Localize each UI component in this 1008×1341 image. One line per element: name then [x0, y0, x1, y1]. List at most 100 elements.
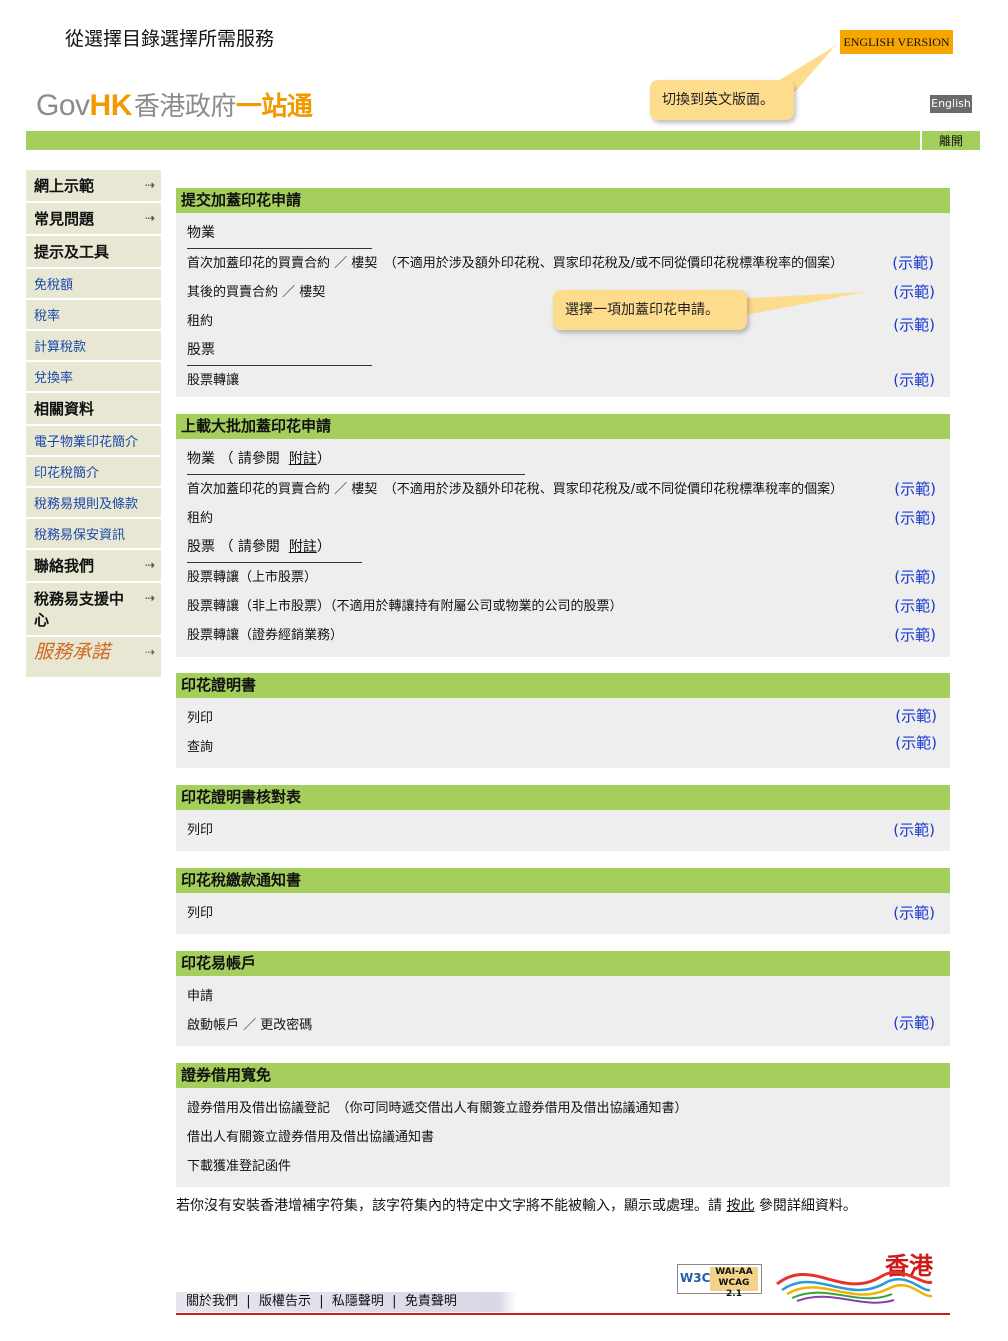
- wcag-text: WCAG 2.1: [718, 1278, 750, 1299]
- note-text-after: 參閱詳細資料。: [754, 1198, 857, 1214]
- option-label: 列印: [187, 906, 214, 921]
- sidebar-item-label: 稅率: [34, 309, 61, 324]
- option-label: 首次加蓋印花的買賣合約 ／ 樓契 （不適用於涉及額外印花稅、買家印花稅及/或不同…: [187, 256, 844, 271]
- option-row[interactable]: 證券借用及借出協議登記 （你可同時遞交借出人有關簽立證券借用及借出協議通知書）: [176, 1094, 950, 1123]
- exit-button[interactable]: 離開: [922, 131, 980, 150]
- note-link[interactable]: 附註: [289, 451, 317, 467]
- example-link[interactable]: (示範): [894, 475, 936, 504]
- option-row[interactable]: 首次加蓋印花的買賣合約 ／ 樓契 （不適用於涉及額外印花稅、買家印花稅及/或不同…: [176, 475, 950, 504]
- close-paren: ）: [316, 539, 331, 555]
- english-version-button[interactable]: ENGLISH VERSION: [840, 30, 953, 54]
- arrow-right-icon: ⇢: [144, 558, 155, 572]
- example-link[interactable]: (示範): [895, 702, 937, 731]
- sidebar-item-label: 計算稅款: [34, 340, 87, 355]
- sidebar-item-exchange[interactable]: 兌換率: [26, 362, 161, 393]
- option-row[interactable]: 查詢 (示範): [176, 733, 950, 762]
- sidebar-item-terms[interactable]: 稅務易規則及條款: [26, 488, 161, 519]
- footer-about-link[interactable]: 關於我們: [186, 1294, 238, 1309]
- sidebar-item-label: 常見問題: [34, 210, 95, 228]
- sidebar-item-pledge[interactable]: 服務承諾 ⇢: [26, 637, 161, 679]
- example-link[interactable]: (示範): [893, 1009, 935, 1038]
- option-row[interactable]: 啟動帳戶 ／ 更改密碼 (示範): [176, 1011, 950, 1040]
- example-link[interactable]: (示範): [894, 563, 936, 592]
- option-row[interactable]: 列印 (示範): [176, 899, 950, 928]
- subheading-label: 股票 （ 請參閱: [187, 539, 280, 555]
- option-label: 借出人有關簽立證券借用及借出協議通知書: [187, 1130, 435, 1145]
- example-link[interactable]: (示範): [893, 278, 935, 307]
- section-title: 印花易帳戶: [176, 951, 950, 976]
- brand-hong-kong-logo[interactable]: 香港: [772, 1246, 937, 1306]
- english-link[interactable]: English: [930, 95, 972, 113]
- sidebar-item-contact[interactable]: 聯絡我們 ⇢: [26, 550, 161, 583]
- subheading-label: 物業: [187, 225, 215, 241]
- sidebar-item-label: 聯絡我們: [34, 557, 95, 575]
- option-label: 租約: [187, 511, 214, 526]
- govhk-logo[interactable]: GovHK香港政府一站通: [36, 86, 313, 123]
- sidebar-item-label: 提示及工具: [34, 243, 110, 261]
- close-paren: ）: [316, 451, 331, 467]
- sidebar-item-label: 印花稅簡介: [34, 466, 100, 481]
- option-row[interactable]: 借出人有關簽立證券借用及借出協議通知書: [176, 1123, 950, 1152]
- w3c-logo: W3C: [680, 1271, 711, 1285]
- sidebar-item-label: 稅務易保安資訊: [34, 528, 126, 543]
- sidebar-item-label: 服務承諾: [34, 641, 111, 663]
- wcag-badge[interactable]: W3C WAI-AA WCAG 2.1: [677, 1264, 762, 1299]
- subheading-label: 股票: [187, 342, 215, 358]
- option-row[interactable]: 股票轉讓（非上市股票）（不適用於轉讓持有附屬公司或物業的公司的股票） (示範): [176, 592, 950, 621]
- wai-aa-label: WAI-AA WCAG 2.1: [710, 1267, 758, 1299]
- sidebar-item-support[interactable]: 稅務易支援中心 ⇢: [26, 583, 161, 637]
- option-row[interactable]: 股票轉讓（上市股票） (示範): [176, 563, 950, 592]
- note-link[interactable]: 附註: [289, 539, 317, 555]
- section-stamping-account: 印花易帳戶 申請 啟動帳戶 ／ 更改密碼 (示範): [176, 951, 950, 1046]
- wai-text: WAI-AA: [715, 1267, 753, 1277]
- subheading-property: 物業 （ 請參閱 附註）: [176, 445, 950, 474]
- option-label: 申請: [187, 989, 214, 1004]
- option-row[interactable]: 列印 (示範): [176, 704, 950, 733]
- option-row[interactable]: 申請: [176, 982, 950, 1011]
- option-label: 證券借用及借出協議登記 （你可同時遞交借出人有關簽立證券借用及借出協議通知書）: [187, 1101, 688, 1116]
- footer-separator: |: [392, 1294, 397, 1309]
- example-link[interactable]: (示範): [893, 899, 935, 928]
- footer-disclaimer-link[interactable]: 免責聲明: [405, 1294, 457, 1309]
- subheading-label: 物業 （ 請參閱: [187, 451, 280, 467]
- arrow-right-icon: ⇢: [144, 591, 155, 605]
- logo-zh1: 香港政府: [133, 91, 237, 121]
- footer-copyright-link[interactable]: 版權告示: [259, 1294, 311, 1309]
- sidebar-item-faq[interactable]: 常見問題 ⇢: [26, 203, 161, 236]
- example-link[interactable]: (示範): [894, 504, 936, 533]
- example-link[interactable]: (示範): [894, 621, 936, 650]
- footer-privacy-link[interactable]: 私隱聲明: [332, 1294, 384, 1309]
- option-row[interactable]: 租約 (示範): [176, 504, 950, 533]
- section-title: 印花證明書: [176, 673, 950, 698]
- subheading-stock: 股票 （ 請參閱 附註）: [176, 533, 950, 562]
- sidebar-item-demo[interactable]: 網上示範 ⇢: [26, 170, 161, 203]
- sidebar-item-e-stamping[interactable]: 電子物業印花簡介: [26, 426, 161, 457]
- sidebar-item-calculate[interactable]: 計算稅款: [26, 331, 161, 362]
- option-row[interactable]: 股票轉讓（證券經銷業務） (示範): [176, 621, 950, 650]
- option-label: 列印: [187, 823, 214, 838]
- option-row[interactable]: 股票轉讓 (示範): [176, 366, 950, 395]
- example-link[interactable]: (示範): [895, 729, 937, 758]
- sidebar-item-label: 電子物業印花簡介: [34, 435, 139, 450]
- option-label: 股票轉讓（非上市股票）（不適用於轉讓持有附屬公司或物業的公司的股票）: [187, 599, 623, 614]
- option-row[interactable]: 列印 (示範): [176, 816, 950, 845]
- sidebar-item-security[interactable]: 稅務易保安資訊: [26, 519, 161, 550]
- option-row[interactable]: 下載獲准登記函件: [176, 1152, 950, 1181]
- dragon-swirl-icon: [776, 1270, 933, 1304]
- section-securities-relief: 證券借用寬免 證券借用及借出協議登記 （你可同時遞交借出人有關簽立證券借用及借出…: [176, 1063, 950, 1187]
- example-link[interactable]: (示範): [893, 366, 935, 395]
- sidebar-item-allowances[interactable]: 免稅額: [26, 269, 161, 300]
- sidebar-item-stamp-duty[interactable]: 印花稅簡介: [26, 457, 161, 488]
- option-label: 租約: [187, 314, 214, 329]
- option-label: 股票轉讓（證券經銷業務）: [187, 628, 344, 643]
- logo-gov: Gov: [36, 89, 90, 122]
- option-row[interactable]: 首次加蓋印花的買賣合約 ／ 樓契 （不適用於涉及額外印花稅、買家印花稅及/或不同…: [176, 249, 950, 278]
- footer-separator: |: [246, 1294, 251, 1309]
- example-link[interactable]: (示範): [892, 249, 934, 278]
- click-here-link[interactable]: 按此: [726, 1198, 754, 1214]
- page-heading: 從選擇目錄選擇所需服務: [65, 28, 275, 50]
- sidebar-item-tax-rates[interactable]: 稅率: [26, 300, 161, 331]
- example-link[interactable]: (示範): [893, 816, 935, 845]
- sidebar-heading-tips: 提示及工具: [26, 236, 161, 269]
- example-link[interactable]: (示範): [894, 592, 936, 621]
